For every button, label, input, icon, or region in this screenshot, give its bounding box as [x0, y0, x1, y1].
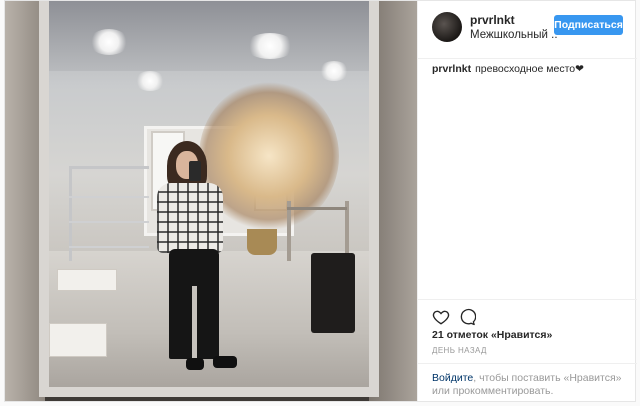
likes-count[interactable]: 21 отметок «Нравится»	[432, 329, 552, 341]
chandelier	[319, 61, 349, 81]
avatar[interactable]	[432, 12, 462, 42]
mirror-reflection	[49, 1, 369, 387]
bench	[49, 323, 107, 357]
bench	[57, 269, 117, 291]
rope-post	[287, 201, 291, 261]
username-link[interactable]: prvrlnkt	[470, 13, 558, 28]
shoe	[213, 356, 237, 368]
piano	[311, 253, 355, 333]
phone	[189, 161, 201, 181]
instagram-post: prvrlnkt Межшкольный ... Подписаться prv…	[4, 0, 637, 402]
comment-icon[interactable]	[458, 308, 477, 326]
railing-bar	[69, 196, 149, 198]
post-photo[interactable]	[5, 1, 417, 401]
user-block: prvrlnkt Межшкольный ...	[470, 13, 558, 43]
rope-post	[345, 201, 349, 261]
location-link[interactable]: Межшкольный ...	[470, 28, 558, 43]
login-link[interactable]: Войдите	[432, 372, 473, 384]
follow-button[interactable]: Подписаться	[554, 15, 623, 35]
post-header: prvrlnkt Межшкольный ... Подписаться	[418, 1, 637, 59]
heart-icon[interactable]	[432, 308, 450, 326]
leg-gap	[192, 286, 197, 359]
rope	[287, 207, 347, 210]
page: prvrlnkt Межшкольный ... Подписаться prv…	[0, 0, 640, 406]
chandelier	[135, 71, 165, 91]
shoe	[186, 358, 204, 370]
person-shirt	[157, 183, 223, 253]
tree-pot	[247, 229, 277, 255]
login-prompt: Войдите, чтобы поставить «Нравится» или …	[432, 372, 632, 398]
chandelier	[89, 29, 129, 55]
railing-bar	[69, 246, 149, 248]
timestamp: день назад	[432, 346, 487, 355]
action-bar	[418, 299, 637, 329]
caption-text: превосходное место❤	[475, 63, 584, 75]
caption: prvrlnkt превосходное место❤	[432, 63, 584, 76]
railing-bar	[69, 221, 149, 223]
chandelier	[245, 33, 295, 59]
comment-prompt: Войдите, чтобы поставить «Нравится» или …	[418, 363, 637, 401]
post-sidebar: prvrlnkt Межшкольный ... Подписаться prv…	[417, 1, 637, 401]
caption-username[interactable]: prvrlnkt	[432, 63, 471, 75]
